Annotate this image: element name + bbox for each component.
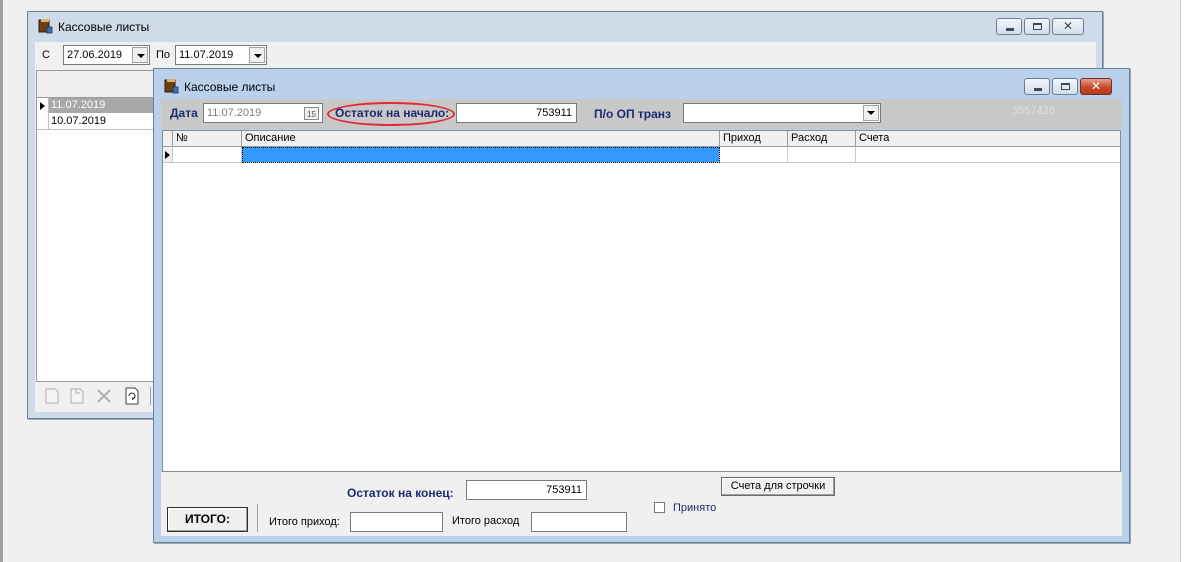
back-toolbar [36, 384, 166, 410]
date-list-header [37, 71, 165, 98]
chevron-down-glyph [867, 111, 875, 115]
opening-balance-value: 753911 [536, 107, 572, 119]
back-window-titlebar[interactable]: Кассовые листы ✕ [28, 12, 1102, 40]
edit-document-icon[interactable] [68, 387, 86, 405]
transit-label: П/о ОП транз [594, 107, 672, 121]
date-list[interactable]: 11.07.2019 10.07.2019 [36, 70, 166, 382]
list-item-date: 10.07.2019 [51, 115, 107, 127]
column-header-income[interactable]: Приход [720, 131, 788, 147]
column-header-accounts[interactable]: Счета [856, 131, 1120, 147]
chevron-down-icon[interactable] [863, 105, 879, 121]
header-panel: Дата 11.07.2019 15 Остаток на начало: 75… [161, 99, 1122, 129]
list-item[interactable]: 10.07.2019 [49, 114, 165, 129]
minimize-icon [1006, 28, 1014, 31]
mdi-left-border [0, 0, 3, 562]
total-income-label: Итого приход: [269, 516, 340, 528]
chevron-down-icon[interactable] [132, 47, 148, 63]
from-date-combo[interactable]: 27.06.2019 [63, 45, 150, 65]
total-expense-label: Итого расход [452, 515, 520, 527]
minimize-button[interactable] [996, 18, 1022, 35]
maximize-icon [1033, 23, 1042, 30]
calendar-icon[interactable]: 15 [304, 106, 319, 120]
closing-balance-field[interactable]: 753911 [466, 480, 587, 500]
total-income-field[interactable] [350, 512, 443, 532]
cell-description-selected[interactable] [242, 147, 720, 163]
close-icon: ✕ [1090, 79, 1102, 93]
to-date-combo[interactable]: 11.07.2019 [175, 45, 267, 65]
cell-number[interactable] [173, 147, 242, 163]
minimize-button[interactable] [1024, 78, 1050, 95]
refresh-icon[interactable] [123, 386, 141, 406]
footer-separator [257, 504, 258, 532]
grid-indicator-header [163, 131, 173, 147]
list-item-date: 11.07.2019 [51, 99, 106, 111]
accepted-checkbox[interactable] [654, 502, 665, 513]
opening-balance-field[interactable]: 753911 [456, 103, 577, 123]
column-header-number[interactable]: № [173, 131, 242, 147]
front-window[interactable]: Кассовые листы ✕ Дата 11.07.2019 15 Оста… [153, 68, 1130, 543]
cell-accounts[interactable] [856, 147, 1120, 163]
date-picker-value: 11.07.2019 [207, 107, 262, 119]
front-window-titlebar[interactable]: Кассовые листы ✕ [154, 69, 1129, 97]
date-picker[interactable]: 11.07.2019 15 [203, 103, 323, 123]
maximize-icon [1061, 83, 1070, 90]
maximize-button[interactable] [1024, 18, 1050, 35]
entries-grid[interactable]: № Описание Приход Расход Счета [162, 130, 1121, 472]
opening-balance-label: Остаток на начало: [335, 106, 450, 120]
footer-panel: Остаток на конец: 753911 Счета для строч… [161, 472, 1122, 536]
date-label: Дата [170, 106, 198, 120]
list-item[interactable]: 11.07.2019 [49, 98, 165, 113]
app-book-icon [38, 19, 53, 34]
chevron-down-icon[interactable] [249, 47, 265, 63]
faded-number: 3557426 [1012, 105, 1055, 117]
maximize-button[interactable] [1052, 78, 1078, 95]
from-date-value: 27.06.2019 [67, 49, 123, 61]
back-window-title: Кассовые листы [58, 20, 150, 34]
total-button-label: ИТОГО: [185, 512, 230, 526]
accounts-for-row-label: Счета для строчки [730, 480, 826, 492]
mdi-right-border [1180, 0, 1188, 562]
to-date-value: 11.07.2019 [179, 49, 234, 61]
toolbar-separator [150, 387, 151, 405]
transit-value [684, 107, 687, 119]
total-button[interactable]: ИТОГО: [167, 507, 248, 532]
column-header-description[interactable]: Описание [242, 131, 720, 147]
total-expense-field[interactable] [531, 512, 627, 532]
svg-text:15: 15 [307, 110, 316, 119]
new-document-icon[interactable] [43, 387, 61, 405]
close-icon: ✕ [1062, 19, 1074, 33]
cell-income[interactable] [720, 147, 788, 163]
app-book-icon [164, 79, 179, 94]
closing-balance-value: 753911 [546, 484, 582, 496]
row-separator [37, 129, 165, 130]
closing-balance-label: Остаток на конец: [347, 486, 454, 500]
front-window-title: Кассовые листы [184, 80, 276, 94]
row-pointer-icon [40, 102, 45, 110]
to-label: По [156, 49, 171, 61]
row-indicator [163, 147, 173, 163]
close-button[interactable]: ✕ [1080, 78, 1112, 95]
from-label: С [42, 49, 50, 61]
cell-expense[interactable] [788, 147, 856, 163]
delete-icon[interactable] [95, 387, 113, 405]
close-button[interactable]: ✕ [1052, 18, 1084, 35]
column-header-expense[interactable]: Расход [788, 131, 856, 147]
row-pointer-icon [165, 151, 170, 159]
accounts-for-row-button[interactable]: Счета для строчки [721, 477, 835, 496]
transit-combo[interactable] [683, 103, 881, 123]
accepted-label: Принято [673, 502, 717, 514]
minimize-icon [1034, 88, 1042, 91]
